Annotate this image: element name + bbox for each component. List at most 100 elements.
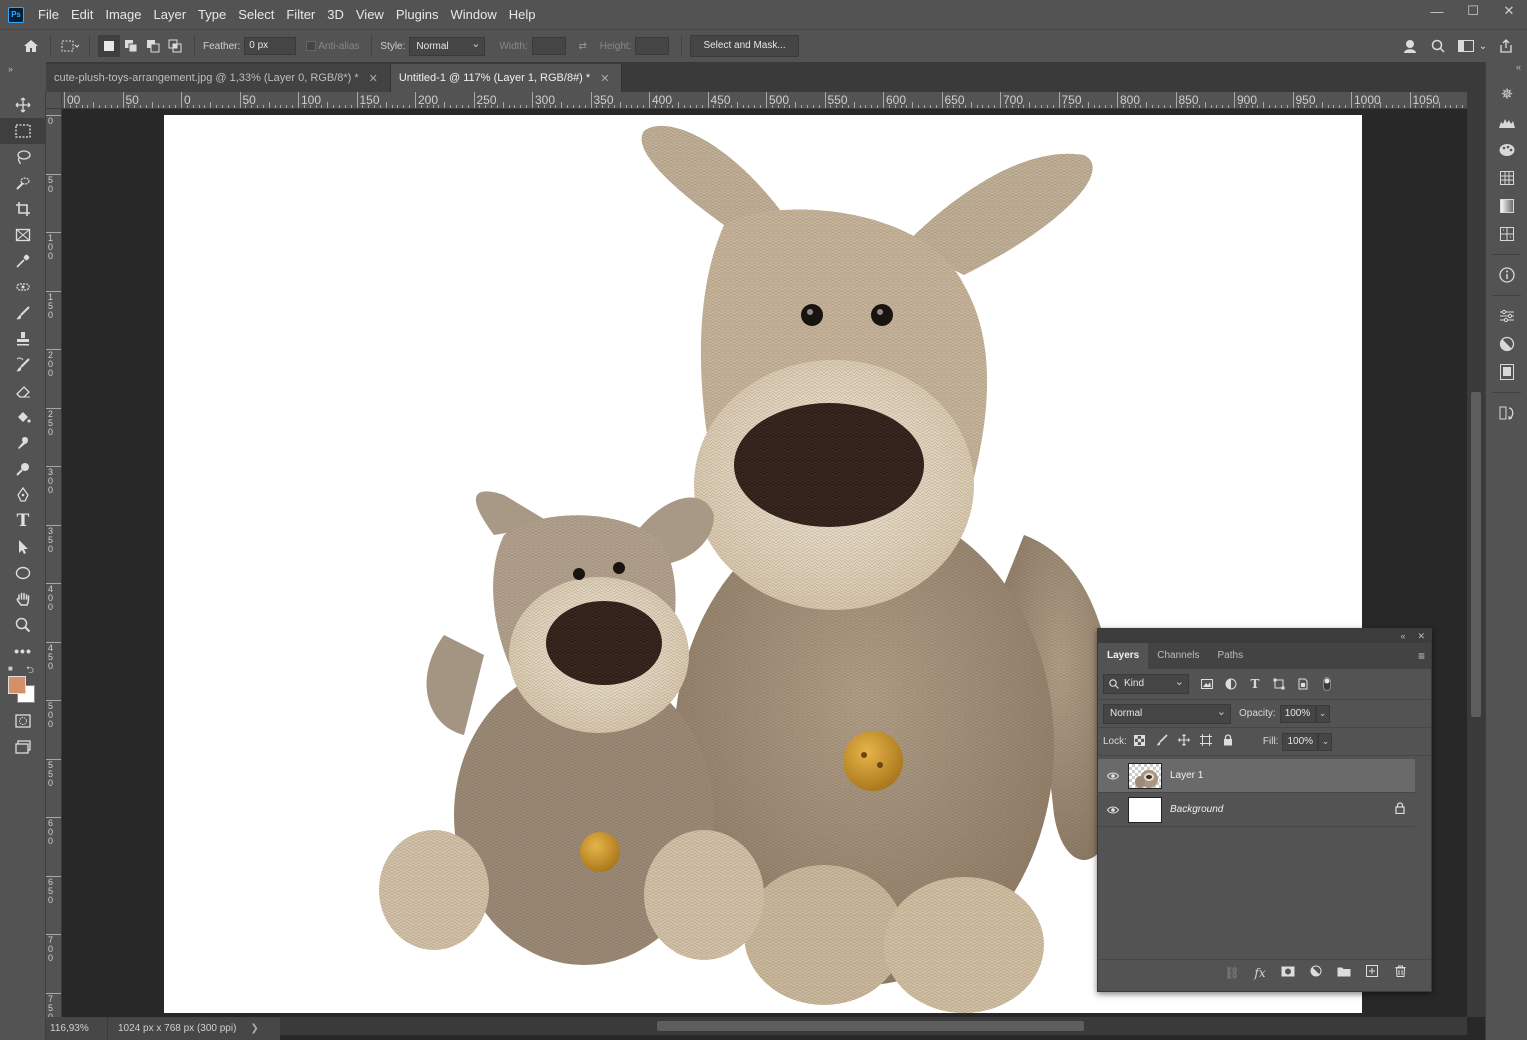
foreground-color-swatch[interactable] (8, 676, 26, 694)
workspace-icon[interactable] (1455, 35, 1477, 57)
smart-object-filter-icon[interactable] (1291, 678, 1315, 690)
zoom-level[interactable]: 116,93% (46, 1017, 108, 1040)
pixel-filter-icon[interactable] (1195, 679, 1219, 689)
tab-plush-toys[interactable]: cute-plush-toys-arrangement.jpg @ 1,33% … (46, 64, 391, 92)
menu-layer[interactable]: Layer (148, 0, 193, 29)
rectangular-marquee-tool-icon[interactable] (0, 118, 46, 144)
menu-3d[interactable]: 3D (321, 0, 350, 29)
close-tab-icon[interactable]: ✕ (369, 72, 378, 85)
layer-effects-icon[interactable]: fx (1251, 966, 1269, 980)
horizontal-scrollbar[interactable] (280, 1017, 1467, 1035)
visibility-eye-icon[interactable] (1098, 803, 1128, 817)
menu-plugins[interactable]: Plugins (390, 0, 445, 29)
menu-image[interactable]: Image (99, 0, 147, 29)
status-menu-arrow[interactable]: ❯ (250, 1023, 258, 1034)
hand-tool-icon[interactable] (0, 586, 46, 612)
close-tab-icon[interactable]: ✕ (600, 72, 609, 85)
crop-tool-icon[interactable] (0, 196, 46, 222)
adjustments-icon[interactable] (1486, 330, 1527, 358)
rect-marquee-preset-icon[interactable] (59, 35, 81, 57)
swap-colors-icon[interactable]: ⮌ (26, 663, 34, 680)
default-colors-icon[interactable]: ■ (8, 664, 13, 673)
paint-bucket-tool-icon[interactable] (0, 404, 46, 430)
antialias-checkbox[interactable] (304, 35, 318, 57)
lock-all-icon[interactable] (1217, 734, 1239, 749)
history-panel-icon[interactable] (1486, 399, 1527, 427)
learn-icon[interactable] (1399, 35, 1421, 57)
document-info[interactable]: 1024 px x 768 px (300 ppi) (108, 1023, 236, 1034)
clone-stamp-tool-icon[interactable] (0, 326, 46, 352)
select-and-mask-button[interactable]: Select and Mask... (690, 35, 799, 57)
style-select[interactable]: Normal (409, 36, 486, 56)
lock-pixels-icon[interactable] (1151, 734, 1173, 749)
menu-type[interactable]: Type (192, 0, 232, 29)
menu-filter[interactable]: Filter (280, 0, 321, 29)
shape-filter-icon[interactable] (1267, 678, 1291, 690)
info-icon[interactable] (1486, 261, 1527, 289)
workspace-chevron-icon[interactable]: ⌄ (1477, 35, 1489, 57)
fill-input[interactable]: 100% (1282, 732, 1319, 751)
zoom-tool-icon[interactable] (0, 612, 46, 638)
intersect-selection-icon[interactable] (164, 35, 186, 57)
lock-artboard-icon[interactable] (1195, 734, 1217, 749)
visibility-eye-icon[interactable] (1098, 769, 1128, 783)
maximize-button[interactable]: ☐ (1455, 0, 1491, 22)
blend-mode-select[interactable]: Normal (1103, 703, 1231, 724)
path-selection-tool-icon[interactable] (0, 534, 46, 560)
opacity-input[interactable]: 100% (1279, 704, 1316, 723)
opacity-slider-toggle[interactable]: ⌄ (1315, 704, 1330, 723)
properties-icon[interactable] (1486, 302, 1527, 330)
adjustment-filter-icon[interactable] (1219, 678, 1243, 690)
share-icon[interactable] (1495, 35, 1517, 57)
menu-edit[interactable]: Edit (65, 0, 99, 29)
panel-menu-icon[interactable]: ≡ (1418, 649, 1425, 663)
pen-tool-icon[interactable] (0, 482, 46, 508)
close-window-button[interactable]: ✕ (1491, 0, 1527, 22)
type-filter-icon[interactable]: T (1243, 677, 1267, 691)
patterns-icon[interactable] (1486, 220, 1527, 248)
navigator-icon[interactable]: ✵ (1486, 80, 1527, 108)
type-tool-icon[interactable]: T (0, 508, 46, 534)
tab-paths[interactable]: Paths (1209, 643, 1253, 669)
layer-lock-icon[interactable] (1385, 802, 1415, 817)
filter-toggle-icon[interactable] (1315, 677, 1339, 691)
eyedropper-tool-icon[interactable] (0, 248, 46, 274)
height-input[interactable] (635, 37, 670, 55)
vertical-ruler[interactable]: 0 50 100 150 200 250 300 350 400 450 500 550 600 650 7… (46, 109, 62, 1017)
tab-channels[interactable]: Channels (1148, 643, 1208, 669)
screen-mode-icon[interactable] (0, 734, 46, 760)
swap-width-height-icon[interactable]: ⇄ (572, 35, 594, 57)
subtract-from-selection-icon[interactable] (142, 35, 164, 57)
menu-view[interactable]: View (350, 0, 390, 29)
quick-mask-icon[interactable] (0, 708, 46, 734)
link-layers-icon[interactable]: ⛓ (1223, 966, 1241, 980)
new-selection-icon[interactable] (98, 35, 120, 57)
new-group-icon[interactable] (1335, 966, 1353, 980)
quick-selection-tool-icon[interactable] (0, 170, 46, 196)
move-tool-icon[interactable] (0, 92, 46, 118)
menu-window[interactable]: Window (444, 0, 502, 29)
spot-healing-tool-icon[interactable] (0, 274, 46, 300)
new-layer-icon[interactable] (1363, 965, 1381, 980)
history-brush-tool-icon[interactable] (0, 352, 46, 378)
smudge-tool-icon[interactable] (0, 430, 46, 456)
expand-panels-icon[interactable]: « (1486, 62, 1527, 80)
collapse-panel-icon[interactable]: « (1400, 631, 1405, 641)
libraries-icon[interactable] (1486, 358, 1527, 386)
new-adjustment-layer-icon[interactable] (1307, 965, 1325, 980)
more-tools-icon[interactable]: ••• (0, 638, 46, 664)
menu-select[interactable]: Select (232, 0, 280, 29)
fill-slider-toggle[interactable]: ⌄ (1318, 732, 1333, 751)
histogram-icon[interactable] (1486, 108, 1527, 136)
filter-kind-select[interactable]: Kind (1103, 674, 1189, 694)
gradients-icon[interactable] (1486, 192, 1527, 220)
delete-layer-icon[interactable] (1391, 965, 1409, 980)
swatches-icon[interactable] (1486, 164, 1527, 192)
layers-panel-titlebar[interactable]: « ✕ (1098, 629, 1431, 643)
home-icon[interactable] (20, 35, 42, 57)
tab-untitled-1[interactable]: Untitled-1 @ 117% (Layer 1, RGB/8#) * ✕ (390, 64, 623, 92)
horizontal-scroll-thumb[interactable] (657, 1021, 1084, 1031)
color-palette-icon[interactable] (1486, 136, 1527, 164)
collapse-toolbar-icon[interactable]: » (8, 64, 13, 74)
add-to-selection-icon[interactable] (120, 35, 142, 57)
